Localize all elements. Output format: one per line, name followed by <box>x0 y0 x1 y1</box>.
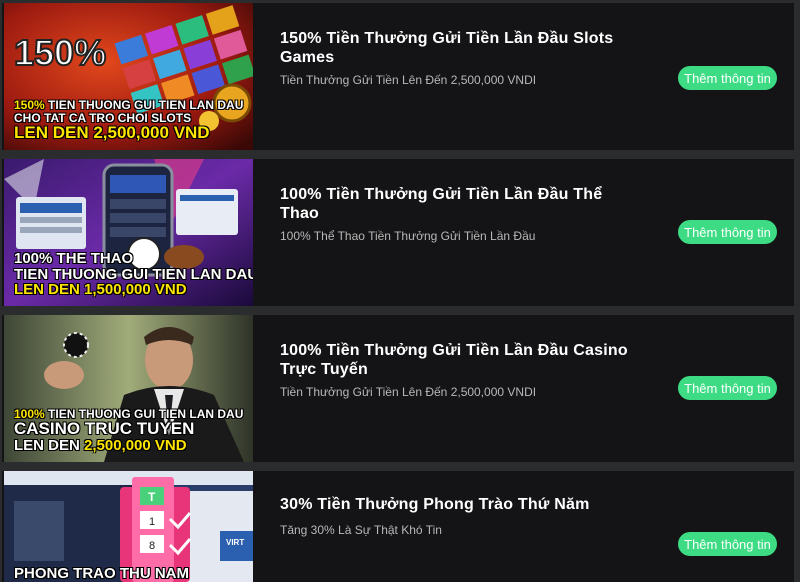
promo-banner-sports[interactable]: 100% THE THAO TIEN THUONG GUI TIEN LAN D… <box>4 159 253 306</box>
promo-subtitle: Tiền Thưởng Gửi Tiền Lên Đến 2,500,000 V… <box>280 385 537 399</box>
promo-subtitle: Tiền Thưởng Gửi Tiền Lên Đến 2,500,000 V… <box>280 73 537 87</box>
promo-card-casino: 100% TIEN THUONG GUI TIEN LAN DAU CASINO… <box>2 315 794 462</box>
slots-banner-text: 150% TIEN THUONG GUI TIEN LAN DAU CHO TA… <box>14 99 247 142</box>
slots-banner-accent: 150% <box>14 97 45 112</box>
promo-card-slots: 150% 150% TIEN THUONG GUI TIEN LAN DAU C… <box>2 3 794 150</box>
casino-banner-line3b: 2,500,000 VND <box>84 437 187 455</box>
thursday-tile-1: 1 <box>149 516 155 528</box>
sports-banner-text: 100% THE THAO TIEN THUONG GUI TIEN LAN D… <box>14 249 253 299</box>
more-info-button[interactable]: Thêm thông tin <box>678 66 777 90</box>
promo-title[interactable]: 30% Tiền Thưởng Phong Trào Thứ Năm <box>280 495 640 514</box>
promo-title[interactable]: 150% Tiền Thưởng Gửi Tiền Lần Đầu Slots … <box>280 29 640 67</box>
promotion-list: 150% 150% TIEN THUONG GUI TIEN LAN DAU C… <box>0 0 800 582</box>
slots-banner-line1: TIEN THUONG GUI TIEN LAN DAU <box>44 97 244 112</box>
casino-banner-text: 100% TIEN THUONG GUI TIEN LAN DAU CASINO… <box>14 408 247 454</box>
promo-title[interactable]: 100% Tiền Thưởng Gửi Tiền Lần Đầu Thể Th… <box>280 185 640 223</box>
promo-subtitle: 100% Thể Thao Tiền Thưởng Gửi Tiền Lần Đ… <box>280 229 536 243</box>
more-info-button[interactable]: Thêm thông tin <box>678 532 777 556</box>
promo-card-sports: 100% THE THAO TIEN THUONG GUI TIEN LAN D… <box>2 159 794 306</box>
sports-banner-line2: TIEN THUONG GUI TIEN LAN DAU <box>14 265 253 283</box>
slots-banner-big-percent: 150% <box>14 32 106 73</box>
slots-banner-line3: LEN DEN 2,500,000 VND <box>14 123 210 143</box>
thursday-banner-text: PHONG TRAO THU NAM <box>14 566 247 582</box>
promo-subtitle: Tăng 30% Là Sự Thật Khó Tin <box>280 523 442 537</box>
more-info-button[interactable]: Thêm thông tin <box>678 220 777 244</box>
promo-title[interactable]: 100% Tiền Thưởng Gửi Tiền Lần Đầu Casino… <box>280 341 640 379</box>
more-info-button[interactable]: Thêm thông tin <box>678 376 777 400</box>
thursday-banner-line1: PHONG TRAO THU NAM <box>14 565 189 582</box>
promo-card-thursday: T 1 8 VIRT PHONG TRAO THU NAM 30% Tiền T… <box>2 471 794 582</box>
promo-banner-slots[interactable]: 150% 150% TIEN THUONG GUI TIEN LAN DAU C… <box>4 3 253 150</box>
sports-banner-line3: LEN DEN 1,500,000 VND <box>14 281 187 299</box>
casino-banner-line2: CASINO TRUC TUYEN <box>14 419 195 439</box>
casino-banner-line3a: LEN DEN <box>14 437 85 455</box>
promo-banner-thursday[interactable]: T 1 8 VIRT PHONG TRAO THU NAM <box>4 471 253 582</box>
sports-banner-line1: 100% THE THAO <box>14 249 134 267</box>
thursday-tile-t: T <box>148 490 156 504</box>
promo-banner-casino[interactable]: 100% TIEN THUONG GUI TIEN LAN DAU CASINO… <box>4 315 253 462</box>
thursday-tile-8: 8 <box>149 540 155 552</box>
thursday-side-label: VIRT <box>226 538 244 547</box>
